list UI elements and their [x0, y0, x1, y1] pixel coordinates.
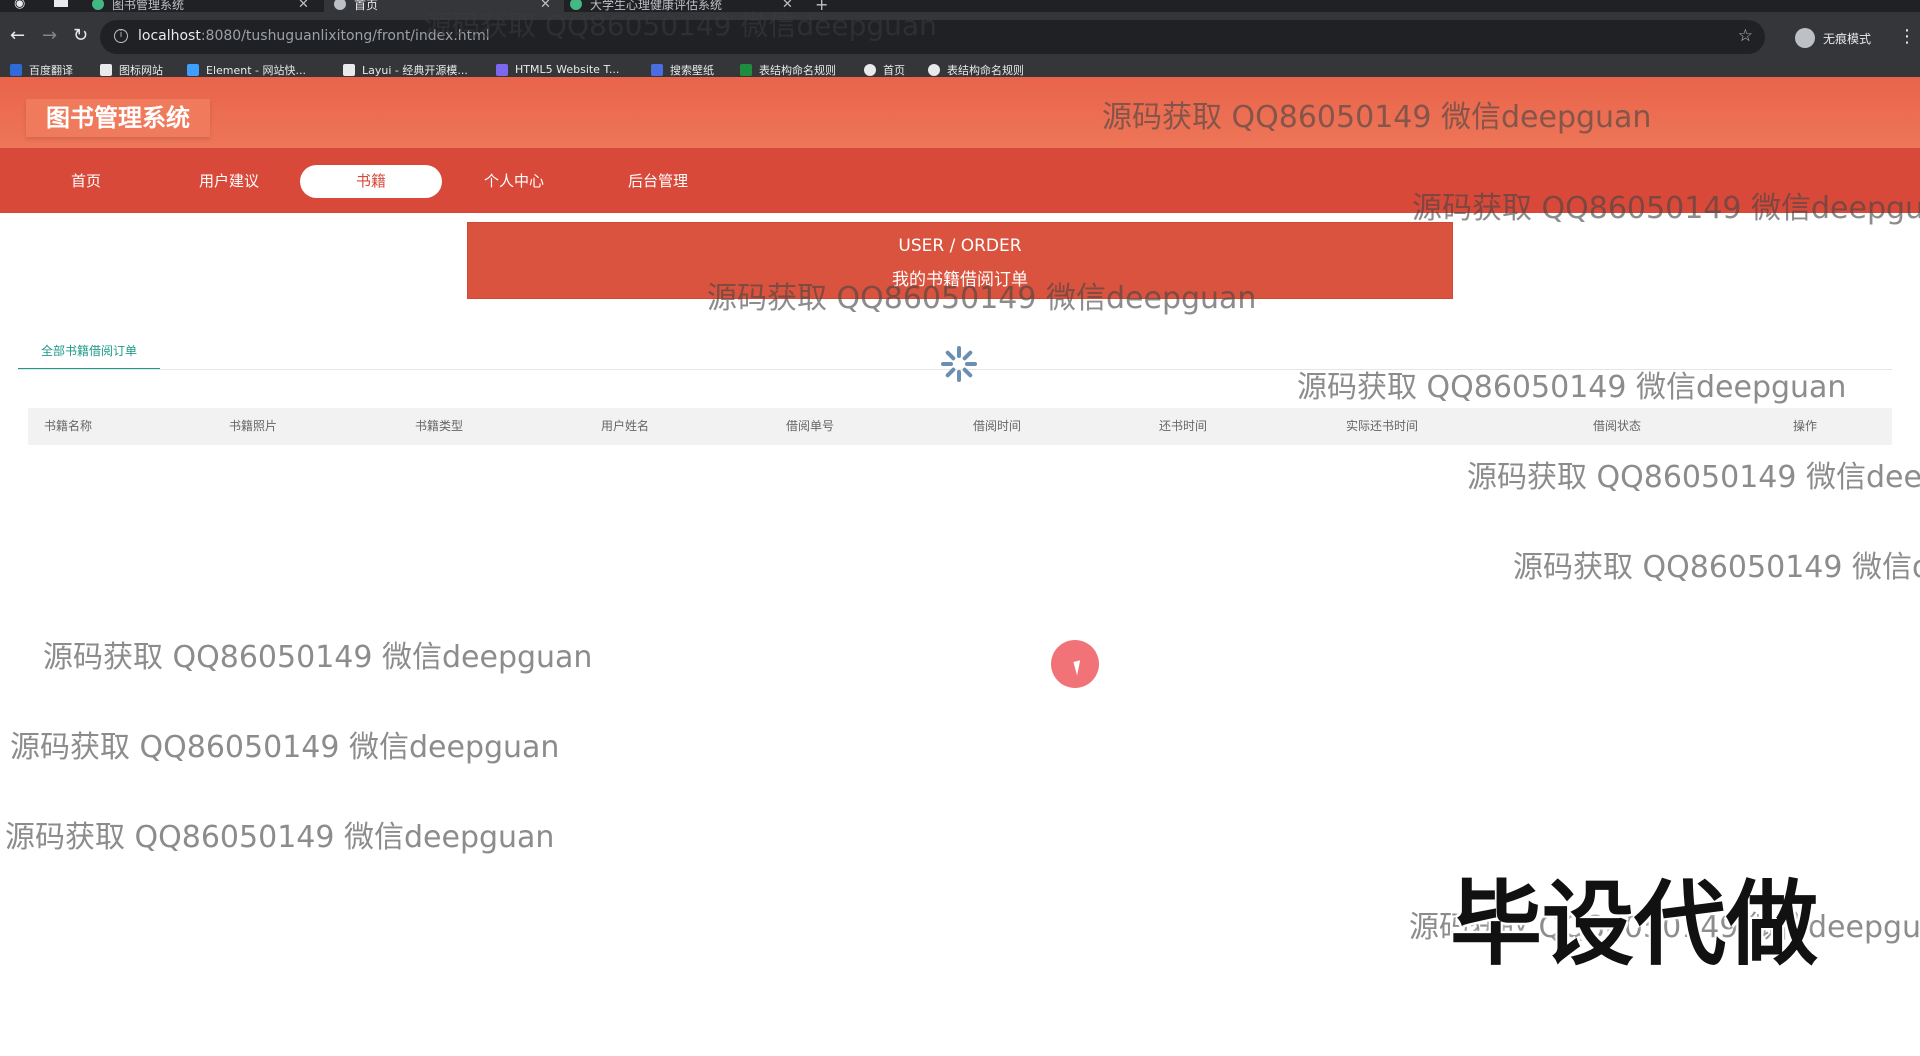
html5-icon — [496, 63, 508, 76]
watermark: 源码获取 QQ86050149 微信deepguan — [1513, 550, 1920, 585]
back-arrow-icon[interactable]: ← — [10, 26, 25, 46]
bookmark-item[interactable]: Element - 网站快... — [187, 62, 306, 77]
column-header: 还书时间 — [1159, 419, 1208, 433]
browser-toolbar: ← → ↻ i localhost:8080/tushuguanlixitong… — [0, 12, 1920, 62]
flag-icon — [100, 63, 112, 76]
watermark: 源码获取 QQ86050149 微信deepguan — [5, 820, 555, 855]
nav-books[interactable]: 书籍 — [300, 165, 442, 198]
bookmark-label: HTML5 Website T... — [515, 63, 620, 76]
watermark: 源码获取 QQ86050149 微信deepguan — [43, 640, 593, 675]
loading-spinner-icon — [941, 346, 977, 382]
watermark: 源码获取 QQ86050149 微信deepguan — [707, 281, 1257, 316]
watermark: 源码获取 QQ86050149 微信deepguan — [424, 9, 937, 42]
nav-personal-center[interactable]: 个人中心 — [443, 165, 585, 198]
bookmark-item[interactable]: Layui - 经典开源模... — [343, 62, 468, 77]
globe-icon — [864, 63, 876, 76]
baidu-translate-icon — [10, 63, 22, 76]
column-header: 用户姓名 — [601, 419, 650, 433]
bookmark-label: 图标网站 — [119, 63, 163, 77]
column-header: 实际还书时间 — [1346, 419, 1419, 433]
incognito-indicator[interactable]: 无痕模式 — [1795, 28, 1871, 48]
tab-title: 首页 — [354, 0, 379, 12]
column-header: 书籍类型 — [415, 419, 464, 433]
site-title[interactable]: 图书管理系统 — [26, 99, 210, 137]
orders-table-header: 书籍名称 书籍照片 书籍类型 用户姓名 借阅单号 借阅时间 还书时间 实际还书时… — [28, 408, 1892, 445]
browser-tab-strip: ◉ 图书管理系统 ✕ 首页 ✕ 大学生心理健康评估系统 ✕ + — [0, 0, 1920, 12]
sheet-icon — [740, 63, 752, 76]
incognito-label: 无痕模式 — [1823, 31, 1872, 46]
bookmark-label: 表结构命名规则 — [947, 63, 1024, 77]
vue-icon — [92, 0, 104, 10]
layui-icon — [343, 63, 355, 76]
watermark: 源码获取 QQ86050149 微信deepguan — [1467, 460, 1920, 495]
column-header: 书籍照片 — [229, 419, 278, 433]
watermark: 源码获取 QQ86050149 微信deepguan — [1412, 191, 1920, 226]
watermark: 源码获取 QQ86050149 微信deepguan — [1102, 100, 1652, 135]
bookmark-item[interactable]: 表结构命名规则 — [740, 62, 836, 77]
tab-title: 图书管理系统 — [112, 0, 185, 12]
column-header: 借阅状态 — [1593, 419, 1642, 433]
incognito-icon — [1795, 28, 1815, 48]
info-icon[interactable]: i — [114, 29, 128, 43]
wallpaper-icon — [651, 63, 663, 76]
bookmark-item[interactable]: 首页 — [864, 62, 905, 77]
globe-icon — [334, 0, 346, 10]
bookmark-label: 首页 — [883, 63, 905, 77]
bookmark-item[interactable]: HTML5 Website T... — [496, 62, 619, 77]
column-header: 操作 — [1793, 419, 1818, 433]
column-header: 书籍名称 — [44, 419, 93, 433]
bookmark-item[interactable]: 搜索壁纸 — [651, 62, 714, 77]
bookmark-label: Element - 网站快... — [206, 63, 306, 77]
chrome-icon: ◉ — [14, 0, 26, 11]
nav-admin[interactable]: 后台管理 — [587, 165, 729, 198]
bookmark-item[interactable]: 表结构命名规则 — [928, 62, 1024, 77]
bookmark-label: 搜索壁纸 — [670, 63, 714, 77]
reload-icon[interactable]: ↻ — [73, 26, 88, 46]
menu-icon[interactable]: ⋮ — [1898, 26, 1916, 47]
bookmark-label: 表结构命名规则 — [759, 63, 836, 77]
element-icon — [187, 63, 199, 76]
watermark: 源码获取 QQ86050149 微信deepguan — [1297, 370, 1847, 405]
globe-icon — [928, 63, 940, 76]
bookmarks-bar: 百度翻译 图标网站 Element - 网站快... Layui - 经典开源模… — [0, 62, 1920, 77]
bookmark-label: Layui - 经典开源模... — [362, 63, 468, 77]
bookmark-item[interactable]: 百度翻译 — [10, 62, 73, 77]
promo-stamp: 毕设代做 — [1450, 871, 1819, 978]
tab-overview-icon[interactable] — [54, 0, 68, 7]
nav-home[interactable]: 首页 — [15, 165, 157, 198]
watermark: 源码获取 QQ86050149 微信deepguan — [10, 730, 560, 765]
star-icon[interactable]: ☆ — [1738, 26, 1753, 46]
close-icon[interactable]: ✕ — [298, 0, 309, 12]
bookmark-label: 百度翻译 — [29, 63, 73, 77]
bookmark-item[interactable]: 图标网站 — [100, 62, 163, 77]
column-header: 借阅时间 — [973, 419, 1022, 433]
tab-library-system[interactable]: 图书管理系统 ✕ — [92, 0, 310, 12]
banner-title-en: USER / ORDER — [898, 236, 1022, 256]
tab-all-orders[interactable]: 全部书籍借阅订单 — [18, 330, 160, 370]
nav-suggestions[interactable]: 用户建议 — [158, 165, 300, 198]
forward-arrow-icon[interactable]: → — [42, 26, 57, 46]
column-header: 借阅单号 — [786, 419, 835, 433]
